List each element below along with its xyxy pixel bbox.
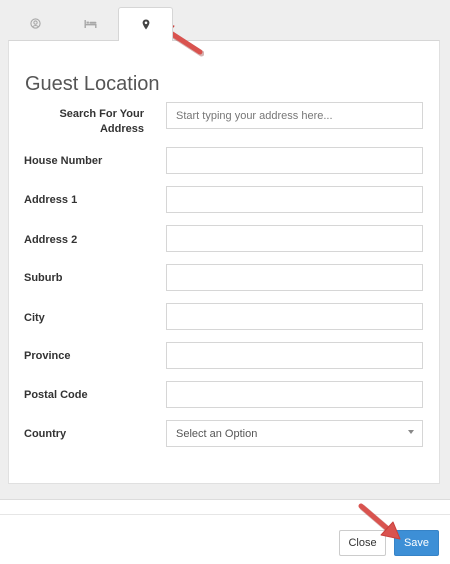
search-address-input[interactable] [166, 102, 423, 129]
country-select[interactable]: Select an Option [166, 420, 423, 447]
house-number-input[interactable] [166, 147, 423, 174]
tab-accommodation[interactable] [63, 7, 118, 40]
city-input[interactable] [166, 303, 423, 330]
user-circle-icon [30, 18, 41, 29]
country-label: Country [24, 428, 67, 440]
address-2-label: Address 2 [24, 234, 78, 246]
suburb-input[interactable] [166, 264, 423, 291]
address-2-input[interactable] [166, 225, 423, 252]
map-pin-icon [142, 19, 149, 30]
tab-strip [8, 7, 173, 41]
save-button[interactable]: Save [394, 530, 439, 556]
footer-divider [0, 514, 450, 515]
chevron-down-icon [408, 430, 414, 434]
postal-code-input[interactable] [166, 381, 423, 408]
modal-body: Guest Location Search For Your Address H… [0, 0, 450, 500]
house-number-label: House Number [24, 155, 103, 167]
postal-code-label: Postal Code [24, 389, 88, 401]
tab-guest-location[interactable] [118, 7, 173, 41]
address-1-input[interactable] [166, 186, 423, 213]
address-1-label: Address 1 [24, 194, 78, 206]
province-input[interactable] [166, 342, 423, 369]
section-title: Guest Location [25, 73, 160, 95]
province-label: Province [24, 350, 71, 362]
bed-icon [84, 19, 97, 28]
country-selected-value: Select an Option [176, 427, 258, 440]
close-button[interactable]: Close [339, 530, 386, 556]
guest-location-panel: Guest Location Search For Your Address H… [8, 40, 440, 484]
search-address-label: Search For Your Address [59, 108, 144, 135]
city-label: City [24, 312, 45, 324]
suburb-label: Suburb [24, 272, 63, 284]
tab-guest-profile[interactable] [8, 7, 63, 40]
